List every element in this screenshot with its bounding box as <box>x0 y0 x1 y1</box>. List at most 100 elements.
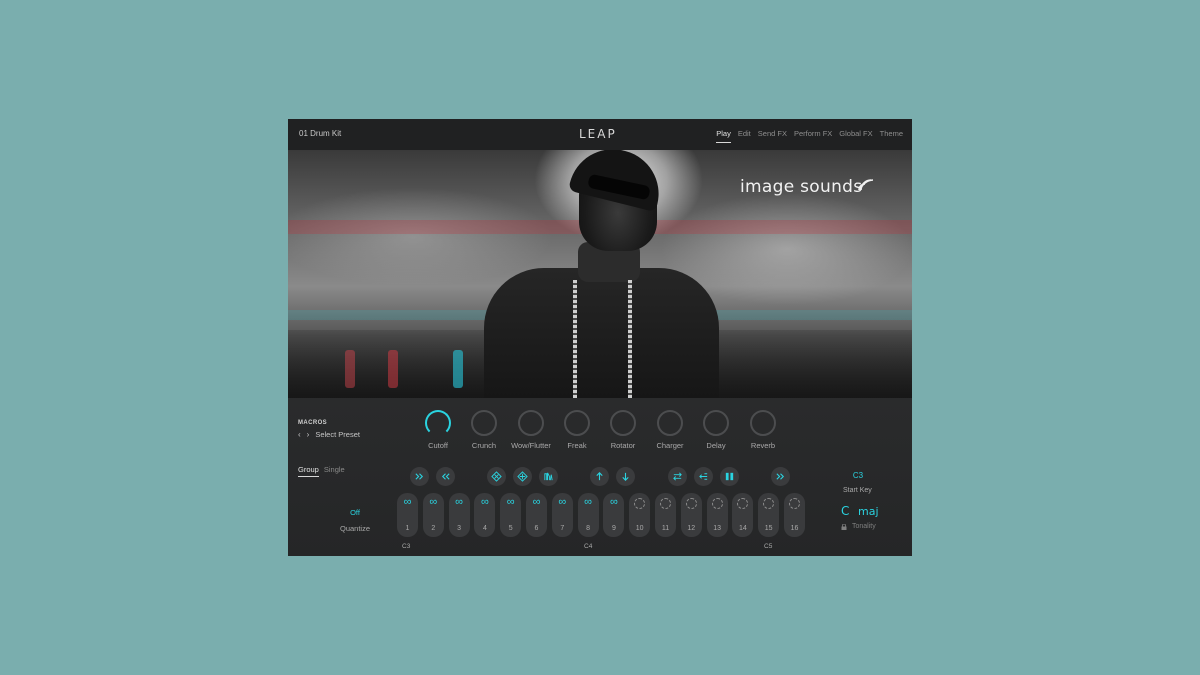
tab-theme[interactable]: Theme <box>880 129 903 138</box>
tab-play[interactable]: Play <box>716 129 731 143</box>
hero-artwork: image sounds <box>288 150 912 398</box>
pad-number: 6 <box>534 525 539 532</box>
pad-number: 10 <box>635 525 644 532</box>
pad[interactable]: ∞ 7 <box>551 493 573 537</box>
swap-icon[interactable] <box>668 467 687 486</box>
pad-number: 14 <box>738 525 747 532</box>
empty-slot-icon <box>634 498 646 509</box>
pad[interactable]: 11 <box>655 493 676 537</box>
macro-knob-reverb[interactable] <box>750 410 776 436</box>
pad-number: 5 <box>508 525 513 532</box>
reverse-icon[interactable] <box>694 467 713 486</box>
fast-forward-icon[interactable] <box>771 467 790 486</box>
artwork-chain <box>573 280 577 398</box>
pad-number: 2 <box>431 525 436 532</box>
split-icon[interactable] <box>720 467 739 486</box>
tab-edit[interactable]: Edit <box>738 129 751 138</box>
macro-knob-freak[interactable] <box>564 410 590 436</box>
artwork-figure-body <box>484 268 719 398</box>
tab-send-fx[interactable]: Send FX <box>758 129 787 138</box>
pad[interactable]: 10 <box>629 493 651 537</box>
rewind-icon[interactable] <box>436 467 455 486</box>
pad[interactable]: 13 <box>706 493 728 537</box>
pad[interactable]: ∞ 6 <box>526 493 547 537</box>
loop-icon: ∞ <box>429 496 438 508</box>
quantize-label: Quantize <box>340 524 371 533</box>
macro-knob-charger[interactable] <box>657 410 683 436</box>
loop-icon: ∞ <box>480 496 489 508</box>
loop-icon: ∞ <box>455 496 464 508</box>
pad-number: 13 <box>713 525 721 532</box>
start-key-label: Start Key <box>843 487 872 494</box>
pad-number: 9 <box>611 525 616 532</box>
pad[interactable]: ∞ 5 <box>500 493 522 537</box>
pad-number: 3 <box>457 525 462 532</box>
pad[interactable]: ∞ 2 <box>422 493 444 537</box>
chevron-left-icon[interactable]: ‹ <box>298 430 301 439</box>
mode-tabs: Group Single <box>298 465 345 477</box>
controls-panel: MACROS ‹ › Select Preset Cutoff Crunch W… <box>288 398 912 556</box>
pad[interactable]: 16 <box>784 493 805 537</box>
loop-icon: ∞ <box>506 496 515 508</box>
macro-preset-selector[interactable]: ‹ › Select Preset <box>298 430 360 439</box>
pad[interactable]: ∞ 1 <box>397 493 418 537</box>
loop-icon: ∞ <box>584 496 593 508</box>
pattern-b-icon[interactable] <box>513 467 532 486</box>
tonality-scale[interactable]: maj <box>858 505 879 518</box>
empty-slot-icon <box>763 498 775 509</box>
loop-icon: ∞ <box>403 496 412 508</box>
note-label-c5: C5 <box>764 543 773 550</box>
tab-group[interactable]: Group <box>298 465 319 477</box>
macro-knob-label: Reverb <box>750 441 776 450</box>
quantize-value[interactable]: Off <box>348 508 362 517</box>
pad-number: 15 <box>764 525 773 532</box>
top-bar: 01 Drum Kit LEAP Play Edit Send FX Perfo… <box>288 119 912 150</box>
pad-number: 8 <box>586 525 591 532</box>
loop-icon: ∞ <box>532 496 541 508</box>
artwork-light <box>345 350 355 388</box>
pad-number: 7 <box>560 525 565 532</box>
pad-number: 12 <box>687 525 696 532</box>
note-label-c3: C3 <box>402 543 411 550</box>
sound-waves-icon <box>858 179 874 191</box>
artwork-chain <box>628 280 632 398</box>
tab-perform-fx[interactable]: Perform FX <box>794 129 832 138</box>
note-label-c4: C4 <box>584 543 593 550</box>
pad-number: 16 <box>790 525 799 532</box>
arrow-down-icon[interactable] <box>616 467 635 486</box>
tab-global-fx[interactable]: Global FX <box>839 129 872 138</box>
pattern-a-icon[interactable] <box>487 467 506 486</box>
brand-name: image sounds <box>740 177 863 197</box>
leap-plugin-window: 01 Drum Kit LEAP Play Edit Send FX Perfo… <box>288 119 912 556</box>
macro-knob-wow-flutter[interactable] <box>518 410 544 436</box>
start-key-value[interactable]: C3 <box>848 471 868 480</box>
macro-knob-rotator[interactable] <box>610 410 636 436</box>
preset-name[interactable]: 01 Drum Kit <box>299 129 341 138</box>
pad-number: 4 <box>482 525 487 532</box>
tonality-key[interactable]: C <box>841 504 849 518</box>
pad[interactable]: ∞ 3 <box>448 493 470 537</box>
pad[interactable]: 14 <box>732 493 754 537</box>
pad[interactable]: 15 <box>758 493 780 537</box>
chevron-right-icon[interactable]: › <box>307 430 310 439</box>
fast-forward-icon[interactable] <box>410 467 429 486</box>
leap-logo: LEAP <box>579 127 617 141</box>
macro-knob-crunch[interactable] <box>471 410 497 436</box>
macro-knob-delay[interactable] <box>703 410 729 436</box>
pad[interactable]: ∞ 4 <box>474 493 496 537</box>
select-preset-label[interactable]: Select Preset <box>315 430 360 439</box>
arrow-up-icon[interactable] <box>590 467 609 486</box>
tab-single[interactable]: Single <box>324 465 345 474</box>
pad[interactable]: 12 <box>680 493 702 537</box>
empty-slot-icon <box>711 498 723 509</box>
waveform-icon[interactable] <box>539 467 558 486</box>
lock-icon[interactable] <box>841 524 847 530</box>
pad-number: 1 <box>405 525 410 532</box>
empty-slot-icon <box>660 498 671 509</box>
artwork-light <box>388 350 398 388</box>
macro-knob-cutoff[interactable] <box>425 410 451 436</box>
pad[interactable]: ∞ 8 <box>577 493 599 537</box>
pad-number: 11 <box>661 525 670 532</box>
artwork-light <box>453 350 463 388</box>
pad[interactable]: ∞ 9 <box>603 493 625 537</box>
